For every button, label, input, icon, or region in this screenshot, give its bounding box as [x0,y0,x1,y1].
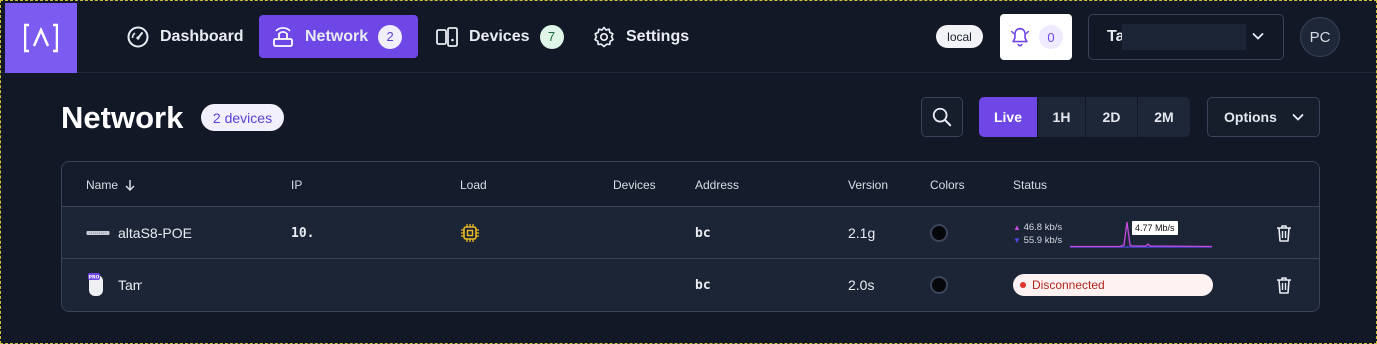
gauge-icon [127,26,149,47]
name-cell: PRO Tam [86,259,142,311]
devices-icon [436,26,458,47]
top-bar: Dashboard Network 2 Devices 7 Settings l… [0,0,1377,73]
address-cell: bc [695,225,711,241]
gear-icon [594,26,614,47]
color-cell [930,207,948,259]
device-name[interactable]: altaS8-POE [118,225,192,241]
delete-button[interactable] [1274,259,1294,311]
status-badge: Disconnected [1013,274,1213,296]
nav-devices[interactable]: Devices 7 [423,15,576,58]
table-row[interactable]: PRO Tam bc 2.0s Disconnected [62,259,1319,311]
column-header-version[interactable]: Version [848,178,888,192]
device-name[interactable]: Tam [118,277,142,293]
router-icon [273,26,293,47]
traffic-rates: ▲ 46.8 kb/s ▼ 55.9 kb/s [1013,221,1062,247]
nav-devices-label: Devices [469,27,530,45]
column-header-load[interactable]: Load [460,178,487,192]
cpu-chip-icon [461,224,479,242]
column-header-status[interactable]: Status [1013,178,1047,192]
range-2d[interactable]: 2D [1086,97,1138,137]
chevron-down-icon [1252,33,1264,40]
status-dot [1020,282,1026,288]
column-header-address[interactable]: Address [695,178,739,192]
notifications-count: 0 [1039,25,1063,49]
download-arrow-icon: ▼ [1013,236,1021,245]
table-header: Name IP Load Devices Address Version Col… [62,162,1319,207]
download-rate: 55.9 kb/s [1023,235,1063,246]
options-label: Options [1224,109,1277,125]
column-header-ip[interactable]: IP [291,178,302,192]
column-header-name[interactable]: Name [86,178,136,192]
environment-chip: local [936,25,983,48]
nav-network[interactable]: Network 2 [259,15,418,58]
page-title: Network [61,100,184,135]
trash-icon [1277,277,1291,294]
devices-count-badge: 7 [539,24,564,49]
search-button[interactable] [921,97,963,137]
status-label: Disconnected [1032,278,1105,292]
switch-device-icon [86,231,110,235]
search-icon [932,107,952,127]
svg-text:PRO: PRO [89,274,100,280]
nav-settings-label: Settings [626,27,690,45]
redacted-block [1122,24,1246,50]
bell-icon [1011,27,1029,47]
network-count-badge: 2 [378,24,403,49]
ip-cell: 10. [291,225,315,241]
color-swatch[interactable] [930,276,948,294]
network-table: Name IP Load Devices Address Version Col… [61,161,1320,312]
delete-button[interactable] [1274,207,1294,259]
chevron-down-icon [1292,114,1304,121]
time-range-selector: Live 1H 2D 2M [979,97,1190,137]
color-swatch[interactable] [930,224,948,242]
nav-dashboard[interactable]: Dashboard [114,15,256,58]
color-cell [930,259,948,311]
logo[interactable] [5,3,77,73]
access-point-pro-icon: PRO [88,273,103,296]
trash-icon [1277,225,1291,242]
column-header-colors[interactable]: Colors [930,178,965,192]
load-cell [460,207,480,259]
notifications-button[interactable]: 0 [1000,14,1072,60]
column-header-devices[interactable]: Devices [613,178,656,192]
range-2m[interactable]: 2M [1138,97,1190,137]
version-cell: 2.0s [848,277,875,293]
range-live[interactable]: Live [979,97,1038,137]
caret-bracket-logo-icon [24,23,58,53]
nav-network-label: Network [305,27,369,45]
table-row[interactable]: altaS8-POE 10. bc 2.1g ▲ 46.8 kb/s ▼ 55.… [62,207,1319,259]
upload-rate: 46.8 kb/s [1023,222,1063,233]
nav-settings[interactable]: Settings [580,15,701,58]
version-cell: 2.1g [848,225,876,241]
arrow-down-icon [125,180,135,191]
upload-arrow-icon: ▲ [1013,223,1021,232]
avatar[interactable]: PC [1300,17,1340,57]
status-cell: Disconnected [1013,259,1213,311]
options-button[interactable]: Options [1207,97,1320,137]
column-name-label: Name [86,178,119,192]
address-cell: bc [695,277,711,293]
device-count-badge: 2 devices [201,104,284,131]
user-select[interactable]: Ta [1088,14,1284,60]
traffic-peak-label: 4.77 Mb/s [1132,221,1178,235]
name-cell: altaS8-POE [86,207,192,259]
range-1h[interactable]: 1H [1038,97,1086,137]
nav-dashboard-label: Dashboard [160,27,244,45]
